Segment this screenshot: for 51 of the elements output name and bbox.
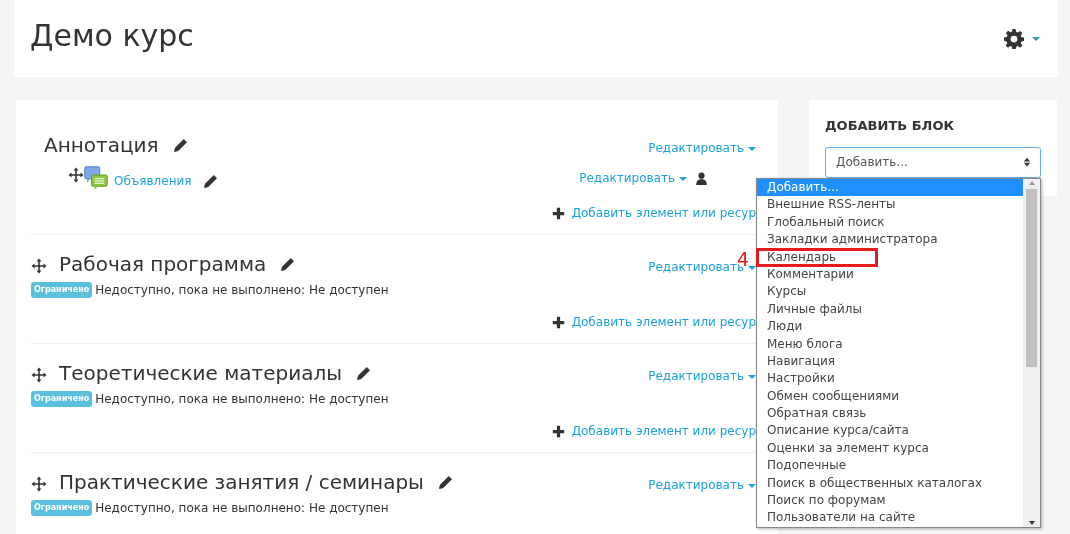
- dropdown-option[interactable]: Глобальный поиск: [757, 213, 1023, 232]
- restriction-text: Недоступно, пока не выполнено: Не доступен: [95, 500, 389, 517]
- edit-icon[interactable]: [202, 173, 218, 189]
- dropdown-option[interactable]: Люди: [757, 318, 1023, 336]
- dropdown-option[interactable]: Подопечные: [757, 457, 1023, 475]
- section-title: Рабочая программа: [59, 251, 267, 278]
- dropdown-option[interactable]: Навигация: [757, 352, 1023, 371]
- dropdown-option[interactable]: Внешние RSS-ленты: [757, 196, 1023, 214]
- edit-icon[interactable]: [437, 474, 453, 490]
- section-title: Теоретические материалы: [59, 360, 343, 387]
- edit-icon[interactable]: [356, 365, 372, 381]
- dropdown-option[interactable]: Меню блога: [757, 335, 1023, 353]
- restricted-badge: Ограничено: [31, 500, 93, 516]
- restricted-badge: Ограничено: [31, 282, 93, 298]
- forum-icon: [84, 166, 108, 190]
- dropdown-option[interactable]: Личные файлы: [757, 300, 1023, 319]
- move-icon[interactable]: [68, 167, 84, 183]
- dropdown-option[interactable]: Настройки: [757, 370, 1023, 388]
- dropdown-option[interactable]: Обратная связь: [757, 405, 1023, 423]
- block-title: ДОБАВИТЬ БЛОК: [825, 118, 956, 134]
- restricted-badge: Ограничено: [31, 391, 93, 407]
- restriction-text: Недоступно, пока не выполнено: Не доступен: [95, 391, 389, 408]
- settings-menu[interactable]: [1004, 28, 1040, 49]
- move-icon[interactable]: [31, 258, 47, 274]
- scrollbar[interactable]: [1023, 179, 1040, 527]
- dropdown-option[interactable]: Календарь: [757, 248, 877, 266]
- sort-arrows-icon: [1022, 156, 1032, 169]
- dropdown-option[interactable]: Поиск по форумам: [757, 492, 1023, 510]
- edit-icon[interactable]: [172, 137, 188, 153]
- plus-icon: [551, 315, 565, 329]
- section-title: Практические занятия / семинары: [59, 469, 424, 496]
- edit-icon[interactable]: [280, 256, 296, 272]
- section-title: Аннотация: [44, 132, 159, 159]
- restriction-text: Недоступно, пока не выполнено: Не доступен: [95, 282, 389, 299]
- plus-icon: [551, 424, 565, 438]
- course-title: Демо курс: [30, 17, 194, 54]
- move-icon[interactable]: [31, 367, 47, 383]
- dropdown-option[interactable]: Описание курса/сайта: [757, 422, 1023, 440]
- dropdown-option[interactable]: Курсы: [757, 283, 1023, 301]
- add-block-select[interactable]: Добавить...: [825, 146, 1041, 178]
- move-icon[interactable]: [31, 476, 47, 492]
- dropdown-option[interactable]: Комментарии: [757, 265, 1023, 284]
- plus-icon: [551, 206, 565, 220]
- dropdown-option[interactable]: Обмен сообщениями: [757, 387, 1023, 406]
- dropdown-option[interactable]: Закладки администратора: [757, 231, 1023, 249]
- scroll-down-icon[interactable]: [1027, 518, 1036, 527]
- dropdown-option[interactable]: Пользователи на сайте: [757, 509, 1023, 527]
- dropdown-option[interactable]: Поиск в общественных каталогах: [757, 474, 1023, 493]
- user-icon: [695, 171, 708, 185]
- dropdown-option[interactable]: Оценки за элемент курса: [757, 439, 1023, 458]
- settings-icon: [1004, 28, 1024, 49]
